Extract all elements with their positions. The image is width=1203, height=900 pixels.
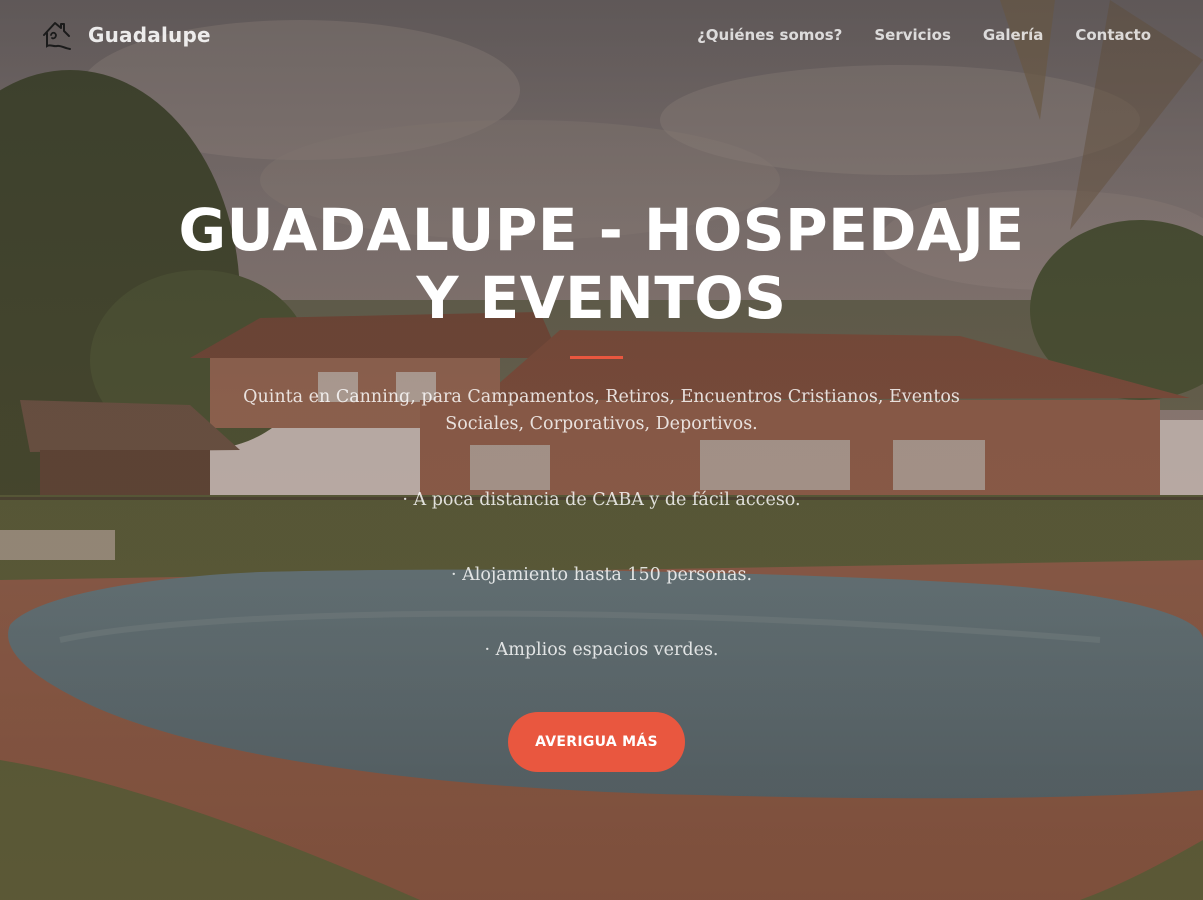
hero-bullet-item: · Amplios espacios verdes. [484, 640, 719, 660]
hero-bullet-item: · Alojamiento hasta 150 personas. [450, 565, 753, 585]
hero-section: GUADALUPE - HOSPEDAJE Y EVENTOS Quinta e… [0, 0, 1203, 900]
hero-bullet-item: · A poca distancia de CABA y de fácil ac… [402, 490, 801, 510]
averigua-mas-button[interactable]: AVERIGUA MÁS [508, 712, 685, 772]
hero-divider [570, 356, 623, 359]
hero-title: GUADALUPE - HOSPEDAJE Y EVENTOS [178, 196, 1025, 332]
hero-intro-text: Quinta en Canning, para Campamentos, Ret… [243, 387, 960, 434]
